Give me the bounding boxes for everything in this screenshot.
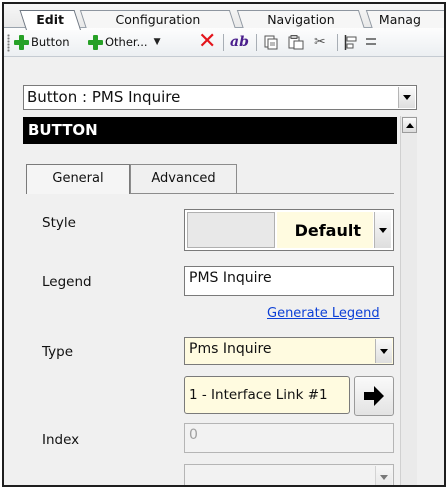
tab-management[interactable]: Manag: [365, 10, 444, 29]
style-label: Style: [42, 215, 76, 231]
tab-edit[interactable]: Edit: [19, 10, 81, 30]
copy-icon: [264, 35, 278, 49]
cut-button[interactable]: ✂: [314, 31, 326, 53]
distribute-icon: [366, 37, 376, 45]
green-plus-icon: [14, 34, 29, 50]
add-other-label: Other...: [105, 35, 148, 49]
type-label: Type: [42, 344, 74, 360]
go-to-link-button[interactable]: [354, 376, 394, 416]
tab-navigation[interactable]: Navigation: [236, 10, 365, 29]
tab-configuration-label: Configuration: [115, 12, 201, 27]
tab-navigation-label: Navigation: [267, 12, 335, 27]
copy-button[interactable]: [264, 31, 278, 53]
tab-advanced[interactable]: Advanced: [130, 164, 237, 193]
toolbar: Button Other... ▼ ✕ ab ✂: [4, 28, 444, 57]
style-value: Default: [277, 212, 373, 248]
green-plus-icon: [88, 34, 103, 50]
paste-icon: [288, 34, 304, 49]
tab-general-label: General: [52, 171, 104, 186]
toolbar-separator: [256, 34, 257, 51]
toolbar-separator: [223, 34, 224, 51]
tab-advanced-label: Advanced: [151, 171, 216, 186]
type-value: Pms Inquire: [189, 341, 272, 357]
arrow-right-icon: [364, 386, 384, 406]
object-selector[interactable]: Button : PMS Inquire: [23, 85, 417, 110]
style-select[interactable]: Default: [184, 209, 394, 251]
paste-button[interactable]: [288, 31, 304, 53]
index-input[interactable]: 0: [184, 423, 394, 453]
scroll-up-arrow-icon[interactable]: [402, 117, 417, 133]
ribbon-tabstrip: Edit Configuration Navigation Manag: [4, 4, 444, 30]
legend-label: Legend: [42, 274, 92, 290]
property-inspector: Button : PMS Inquire BUTTON General Adva…: [20, 84, 417, 485]
tab-management-label: Manag: [378, 12, 421, 27]
chevron-down-icon[interactable]: [374, 212, 391, 248]
section-header: BUTTON: [23, 117, 397, 144]
scissors-icon: ✂: [314, 34, 326, 50]
distribute-button[interactable]: [366, 31, 378, 53]
delete-button[interactable]: ✕: [198, 31, 216, 53]
interface-link-field[interactable]: 1 - Interface Link #1: [184, 376, 350, 414]
add-button-button[interactable]: Button: [14, 31, 70, 53]
toolbar-grip[interactable]: [7, 34, 10, 52]
red-x-icon: ✕: [198, 29, 217, 54]
align-left-icon: [344, 34, 357, 50]
tab-edit-label: Edit: [36, 12, 64, 27]
legend-input[interactable]: PMS Inquire: [184, 266, 394, 296]
add-button-label: Button: [31, 35, 70, 49]
tab-configuration[interactable]: Configuration: [79, 10, 236, 29]
ab-text-icon: ab: [230, 34, 249, 50]
generate-legend-link[interactable]: Generate Legend: [267, 306, 380, 321]
dropdown-caret-icon: ▼: [153, 37, 161, 47]
align-left-button[interactable]: [344, 31, 360, 53]
index-label: Index: [42, 432, 80, 448]
chevron-down-icon[interactable]: [375, 466, 392, 485]
chevron-down-icon[interactable]: [398, 87, 415, 108]
toolbar-separator: [337, 34, 338, 51]
chevron-down-icon[interactable]: [375, 339, 392, 363]
window-frame: Edit Configuration Navigation Manag Butt…: [2, 2, 446, 487]
vertical-scrollbar[interactable]: [400, 116, 417, 485]
tab-general[interactable]: General: [26, 164, 130, 194]
add-other-button[interactable]: Other... ▼: [88, 31, 161, 53]
secondary-select[interactable]: [184, 464, 394, 485]
style-swatch: [187, 212, 275, 248]
object-selector-value: Button : PMS Inquire: [27, 88, 181, 106]
type-select[interactable]: Pms Inquire: [184, 337, 394, 365]
text-format-button[interactable]: ab: [230, 31, 249, 53]
